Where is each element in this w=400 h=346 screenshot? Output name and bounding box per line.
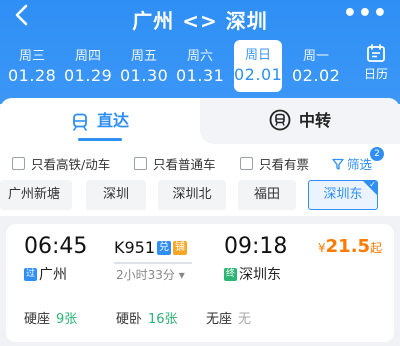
station-chip-label: 深圳东 — [323, 187, 363, 202]
date-item-0130[interactable]: 周五 01.30 — [120, 42, 168, 92]
route-tabs: 直达 中转 — [0, 98, 400, 144]
calendar-button[interactable]: 日历 — [356, 40, 396, 84]
check-icon: ✓ — [369, 180, 376, 189]
duration-label: 2小时33分 — [116, 268, 175, 282]
weekday-label: 周六 — [186, 49, 213, 64]
filter-row: 只看高铁/动车 只看普通车 只看有票 筛选 2 — [0, 147, 400, 174]
train-number: K951 兑 铺 — [114, 238, 188, 257]
regular-train-label: 只看普通车 — [153, 157, 216, 172]
seat-count: 无 — [238, 312, 252, 327]
header-bar: 广州 <> 深圳 ••• 周三 01.28 周四 01.29 周五 01.30 … — [0, 0, 400, 104]
departure-time: 06:45 — [24, 234, 88, 259]
arrival-time: 09:18 — [224, 234, 288, 259]
tab-transfer-label: 中转 — [298, 111, 331, 130]
weekday-label: 周一 — [302, 49, 329, 64]
date-label: 01.29 — [64, 66, 113, 85]
train-icon — [71, 103, 89, 149]
date-item-0128[interactable]: 周三 01.28 — [8, 42, 56, 92]
train-card[interactable]: 06:45 K951 兑 铺 2小时33分 ▾ 09:18 ¥21.5起 过 广… — [6, 224, 394, 342]
seat-type: 无座 — [206, 312, 233, 327]
price-symbol: ¥ — [318, 241, 326, 255]
departure-station: 过 广州 — [24, 264, 67, 284]
arrival-station-label: 深圳东 — [239, 267, 281, 283]
filter-count-badge: 2 — [370, 147, 384, 161]
filter-button[interactable]: 筛选 2 — [332, 147, 384, 173]
date-item-0202[interactable]: 周一 02.02 — [292, 42, 340, 92]
seat-standing: 无座无 — [206, 308, 251, 327]
pass-tag: 过 — [24, 267, 37, 281]
date-item-0201[interactable]: 周日 02.01 — [234, 40, 282, 92]
date-label: 02.01 — [234, 65, 283, 84]
calendar-icon — [367, 44, 385, 62]
date-item-0131[interactable]: 周六 01.31 — [176, 42, 224, 92]
arrival-station: 终 深圳东 — [224, 264, 281, 284]
chevron-down-icon: ▾ — [178, 268, 185, 282]
terminal-tag: 终 — [224, 267, 237, 281]
tab-indicator — [78, 138, 122, 141]
route-title[interactable]: 广州 <> 深圳 — [0, 5, 400, 34]
train-number-label: K951 — [114, 238, 156, 257]
high-speed-checkbox[interactable]: 只看高铁/动车 — [12, 154, 110, 173]
transfer-icon — [269, 103, 291, 149]
route-line — [114, 262, 192, 264]
berth-badge: 铺 — [173, 240, 188, 255]
filter-label: 筛选 — [347, 157, 373, 172]
station-chips: 广州新塘 深圳 深圳北 福田 深圳东 ✓ — [0, 180, 400, 212]
departure-station-label: 广州 — [39, 267, 67, 283]
weekday-label: 周三 — [18, 49, 45, 64]
checkbox-box — [134, 157, 147, 170]
search-panel: 直达 中转 只看高铁/动车 只看普通车 只看有票 筛选 2 广州新塘 深圳 深圳… — [0, 98, 400, 216]
seat-hard-seat: 硬座 9张 — [24, 308, 77, 327]
checkbox-box — [12, 157, 25, 170]
weekday-label: 周四 — [74, 49, 101, 64]
seat-type: 硬卧 — [116, 312, 143, 327]
station-chip-shenzhenbei[interactable]: 深圳北 — [158, 180, 226, 210]
date-strip: 周三 01.28 周四 01.29 周五 01.30 周六 01.31 周日 0… — [8, 40, 344, 92]
more-icon[interactable]: ••• — [343, 1, 388, 26]
seat-count: 16张 — [148, 312, 178, 327]
calendar-label: 日历 — [363, 67, 388, 81]
date-item-0129[interactable]: 周四 01.29 — [64, 42, 112, 92]
seat-type: 硬座 — [24, 312, 51, 327]
station-chip-xintang[interactable]: 广州新塘 — [0, 180, 72, 210]
date-label: 01.28 — [8, 66, 57, 85]
high-speed-label: 只看高铁/动车 — [31, 157, 111, 172]
regular-train-checkbox[interactable]: 只看普通车 — [134, 154, 216, 173]
price-suffix: 起 — [370, 241, 383, 255]
station-chip-shenzhen[interactable]: 深圳 — [86, 180, 146, 210]
tab-direct-label: 直达 — [96, 111, 129, 130]
seat-hard-sleeper: 硬卧 16张 — [116, 308, 178, 327]
date-label: 01.30 — [120, 66, 169, 85]
exchange-badge: 兑 — [157, 240, 172, 255]
duration-toggle[interactable]: 2小时33分 ▾ — [116, 266, 185, 283]
funnel-icon — [332, 158, 344, 170]
tab-transfer[interactable]: 中转 — [200, 98, 400, 144]
price-value: 21.5 — [325, 236, 371, 257]
weekday-label: 周日 — [244, 48, 271, 63]
weekday-label: 周五 — [130, 49, 157, 64]
station-chip-futian[interactable]: 福田 — [238, 180, 296, 210]
available-checkbox[interactable]: 只看有票 — [240, 154, 309, 173]
date-label: 02.02 — [292, 66, 341, 85]
station-chip-shenzhendong[interactable]: 深圳东 ✓ — [308, 180, 378, 210]
available-label: 只看有票 — [259, 157, 310, 172]
price: ¥21.5起 — [318, 236, 382, 257]
date-label: 01.31 — [176, 66, 225, 85]
checkbox-box — [240, 157, 253, 170]
seat-count: 9张 — [56, 312, 78, 327]
